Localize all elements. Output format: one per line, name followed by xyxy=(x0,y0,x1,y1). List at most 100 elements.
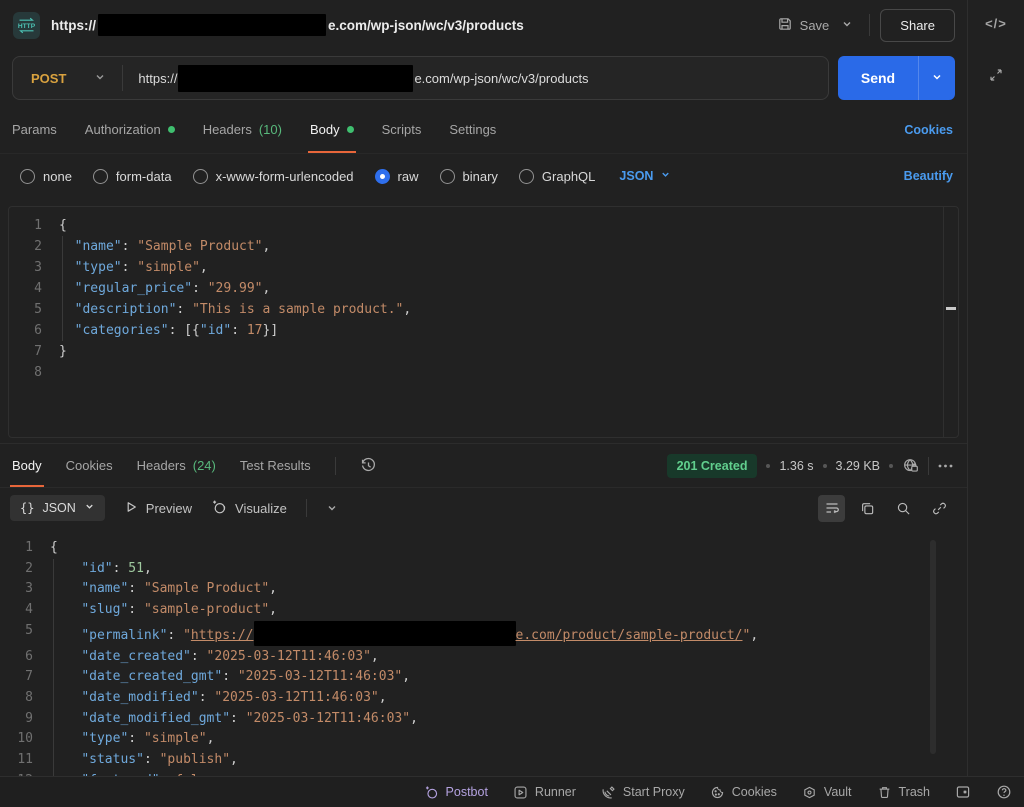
response-tab-body[interactable]: Body xyxy=(12,444,42,487)
body-mode-binary[interactable]: binary xyxy=(440,169,498,184)
indent-guide xyxy=(53,750,54,771)
panel-icon[interactable] xyxy=(955,784,971,800)
visualize-label: Visualize xyxy=(235,501,287,516)
mode-label: raw xyxy=(398,169,419,184)
more-options-icon[interactable] xyxy=(938,464,953,468)
globe-lock-icon[interactable] xyxy=(902,457,919,474)
indent-guide xyxy=(53,647,54,668)
radio-icon[interactable] xyxy=(93,169,108,184)
share-button[interactable]: Share xyxy=(880,9,955,42)
radio-icon[interactable] xyxy=(375,169,390,184)
footer-trash[interactable]: Trash xyxy=(877,785,931,800)
line-number: 11 xyxy=(0,750,50,771)
tab-label: Settings xyxy=(449,122,496,137)
response-format-select[interactable]: {} JSON xyxy=(10,495,105,521)
tab-settings[interactable]: Settings xyxy=(449,106,496,153)
tab-scripts[interactable]: Scripts xyxy=(382,106,422,153)
indent-guide xyxy=(62,236,63,257)
request-title: https:// e.com/wp-json/wc/v3/products xyxy=(51,14,524,36)
copy-icon[interactable] xyxy=(854,495,881,522)
runner-icon xyxy=(513,785,528,800)
tab-label: Params xyxy=(12,122,57,137)
request-title-bar: HTTP https:// e.com/wp-json/wc/v3/produc… xyxy=(0,0,967,50)
history-icon[interactable] xyxy=(360,457,377,474)
separator-dot xyxy=(823,464,827,468)
link-icon[interactable] xyxy=(926,495,953,522)
redacted-domain xyxy=(178,65,413,92)
send-button-group: Send xyxy=(838,56,955,100)
method-select[interactable]: POST xyxy=(13,71,122,86)
body-mode-form-data[interactable]: form-data xyxy=(93,169,172,184)
save-button[interactable]: Save xyxy=(771,10,836,41)
line-number: 3 xyxy=(9,257,59,278)
help-icon[interactable] xyxy=(996,784,1012,800)
footer-label: Runner xyxy=(535,785,576,799)
line-content: { xyxy=(59,215,67,236)
raw-language-select[interactable]: JSON xyxy=(619,169,671,183)
editor-scrollbar[interactable] xyxy=(943,207,958,437)
tab-label: Body xyxy=(12,458,42,473)
radio-icon[interactable] xyxy=(440,169,455,184)
footer-vault[interactable]: Vault xyxy=(802,785,852,800)
tab-params[interactable]: Params xyxy=(12,106,57,153)
tab-label: Cookies xyxy=(66,458,113,473)
indent-guide xyxy=(53,709,54,730)
indent-guide xyxy=(53,729,54,750)
indent-guide xyxy=(53,667,54,688)
code-line: 7} xyxy=(9,341,958,362)
status-badge[interactable]: 201 Created xyxy=(667,454,758,478)
body-mode-none[interactable]: none xyxy=(20,169,72,184)
divider xyxy=(122,65,123,91)
tab-headers[interactable]: Headers(10) xyxy=(203,106,282,153)
tab-authorization[interactable]: Authorization xyxy=(85,106,175,153)
request-bar: POST https:// e.com/wp-json/wc/v3/produc… xyxy=(0,50,967,106)
radio-icon[interactable] xyxy=(193,169,208,184)
cookies-link[interactable]: Cookies xyxy=(904,123,953,137)
response-body-viewer[interactable]: 1{2 "id": 51,3 "name": "Sample Product",… xyxy=(0,528,967,776)
line-number: 6 xyxy=(9,320,59,341)
chevron-down-icon xyxy=(931,71,943,86)
line-content: "type": "simple", xyxy=(50,729,214,750)
response-time[interactable]: 1.36 s xyxy=(779,459,813,473)
body-mode-x-www-form-urlencoded[interactable]: x-www-form-urlencoded xyxy=(193,169,354,184)
line-content: "name": "Sample Product", xyxy=(50,579,277,600)
beautify-link[interactable]: Beautify xyxy=(904,169,953,183)
line-number: 8 xyxy=(9,362,59,383)
visualize-button[interactable]: Visualize xyxy=(211,499,287,518)
body-mode-raw[interactable]: raw xyxy=(375,169,419,184)
footer-postbot[interactable]: Postbot xyxy=(424,785,488,800)
footer-runner[interactable]: Runner xyxy=(513,785,576,800)
response-tab-headers[interactable]: Headers(24) xyxy=(137,444,216,487)
footer-cookies[interactable]: Cookies xyxy=(710,785,777,800)
radio-icon[interactable] xyxy=(519,169,534,184)
scrollbar-handle[interactable] xyxy=(930,540,936,754)
response-tab-test-results[interactable]: Test Results xyxy=(240,444,311,487)
visualize-icon xyxy=(211,499,227,518)
mode-label: GraphQL xyxy=(542,169,595,184)
postbot-icon xyxy=(424,785,439,800)
code-line: 4 "regular_price": "29.99", xyxy=(9,278,958,299)
send-button[interactable]: Send xyxy=(838,56,918,100)
chevron-down-icon xyxy=(660,169,671,183)
preview-button[interactable]: Preview xyxy=(124,500,192,517)
response-tab-cookies[interactable]: Cookies xyxy=(66,444,113,487)
body-mode-graphql[interactable]: GraphQL xyxy=(519,169,595,184)
code-icon[interactable]: </> xyxy=(985,16,1007,31)
wrap-text-icon[interactable] xyxy=(818,495,845,522)
search-icon[interactable] xyxy=(890,495,917,522)
scrollbar-handle[interactable] xyxy=(946,307,956,310)
line-content: "name": "Sample Product", xyxy=(59,236,270,257)
tab-body[interactable]: Body xyxy=(310,106,354,153)
url-input[interactable]: https:// e.com/wp-json/wc/v3/products xyxy=(138,65,588,92)
save-dropdown-button[interactable] xyxy=(835,12,859,39)
tab-label: Headers xyxy=(203,122,252,137)
chevron-down-icon[interactable] xyxy=(326,502,338,514)
response-size[interactable]: 3.29 KB xyxy=(836,459,880,473)
request-body-editor[interactable]: 1{2 "name": "Sample Product",3 "type": "… xyxy=(8,206,959,438)
send-options-button[interactable] xyxy=(918,56,955,100)
radio-icon[interactable] xyxy=(20,169,35,184)
footer-start-proxy[interactable]: Start Proxy xyxy=(601,785,685,800)
expand-icon[interactable] xyxy=(988,67,1004,83)
proxy-icon xyxy=(601,785,616,800)
redacted-domain xyxy=(98,14,326,36)
